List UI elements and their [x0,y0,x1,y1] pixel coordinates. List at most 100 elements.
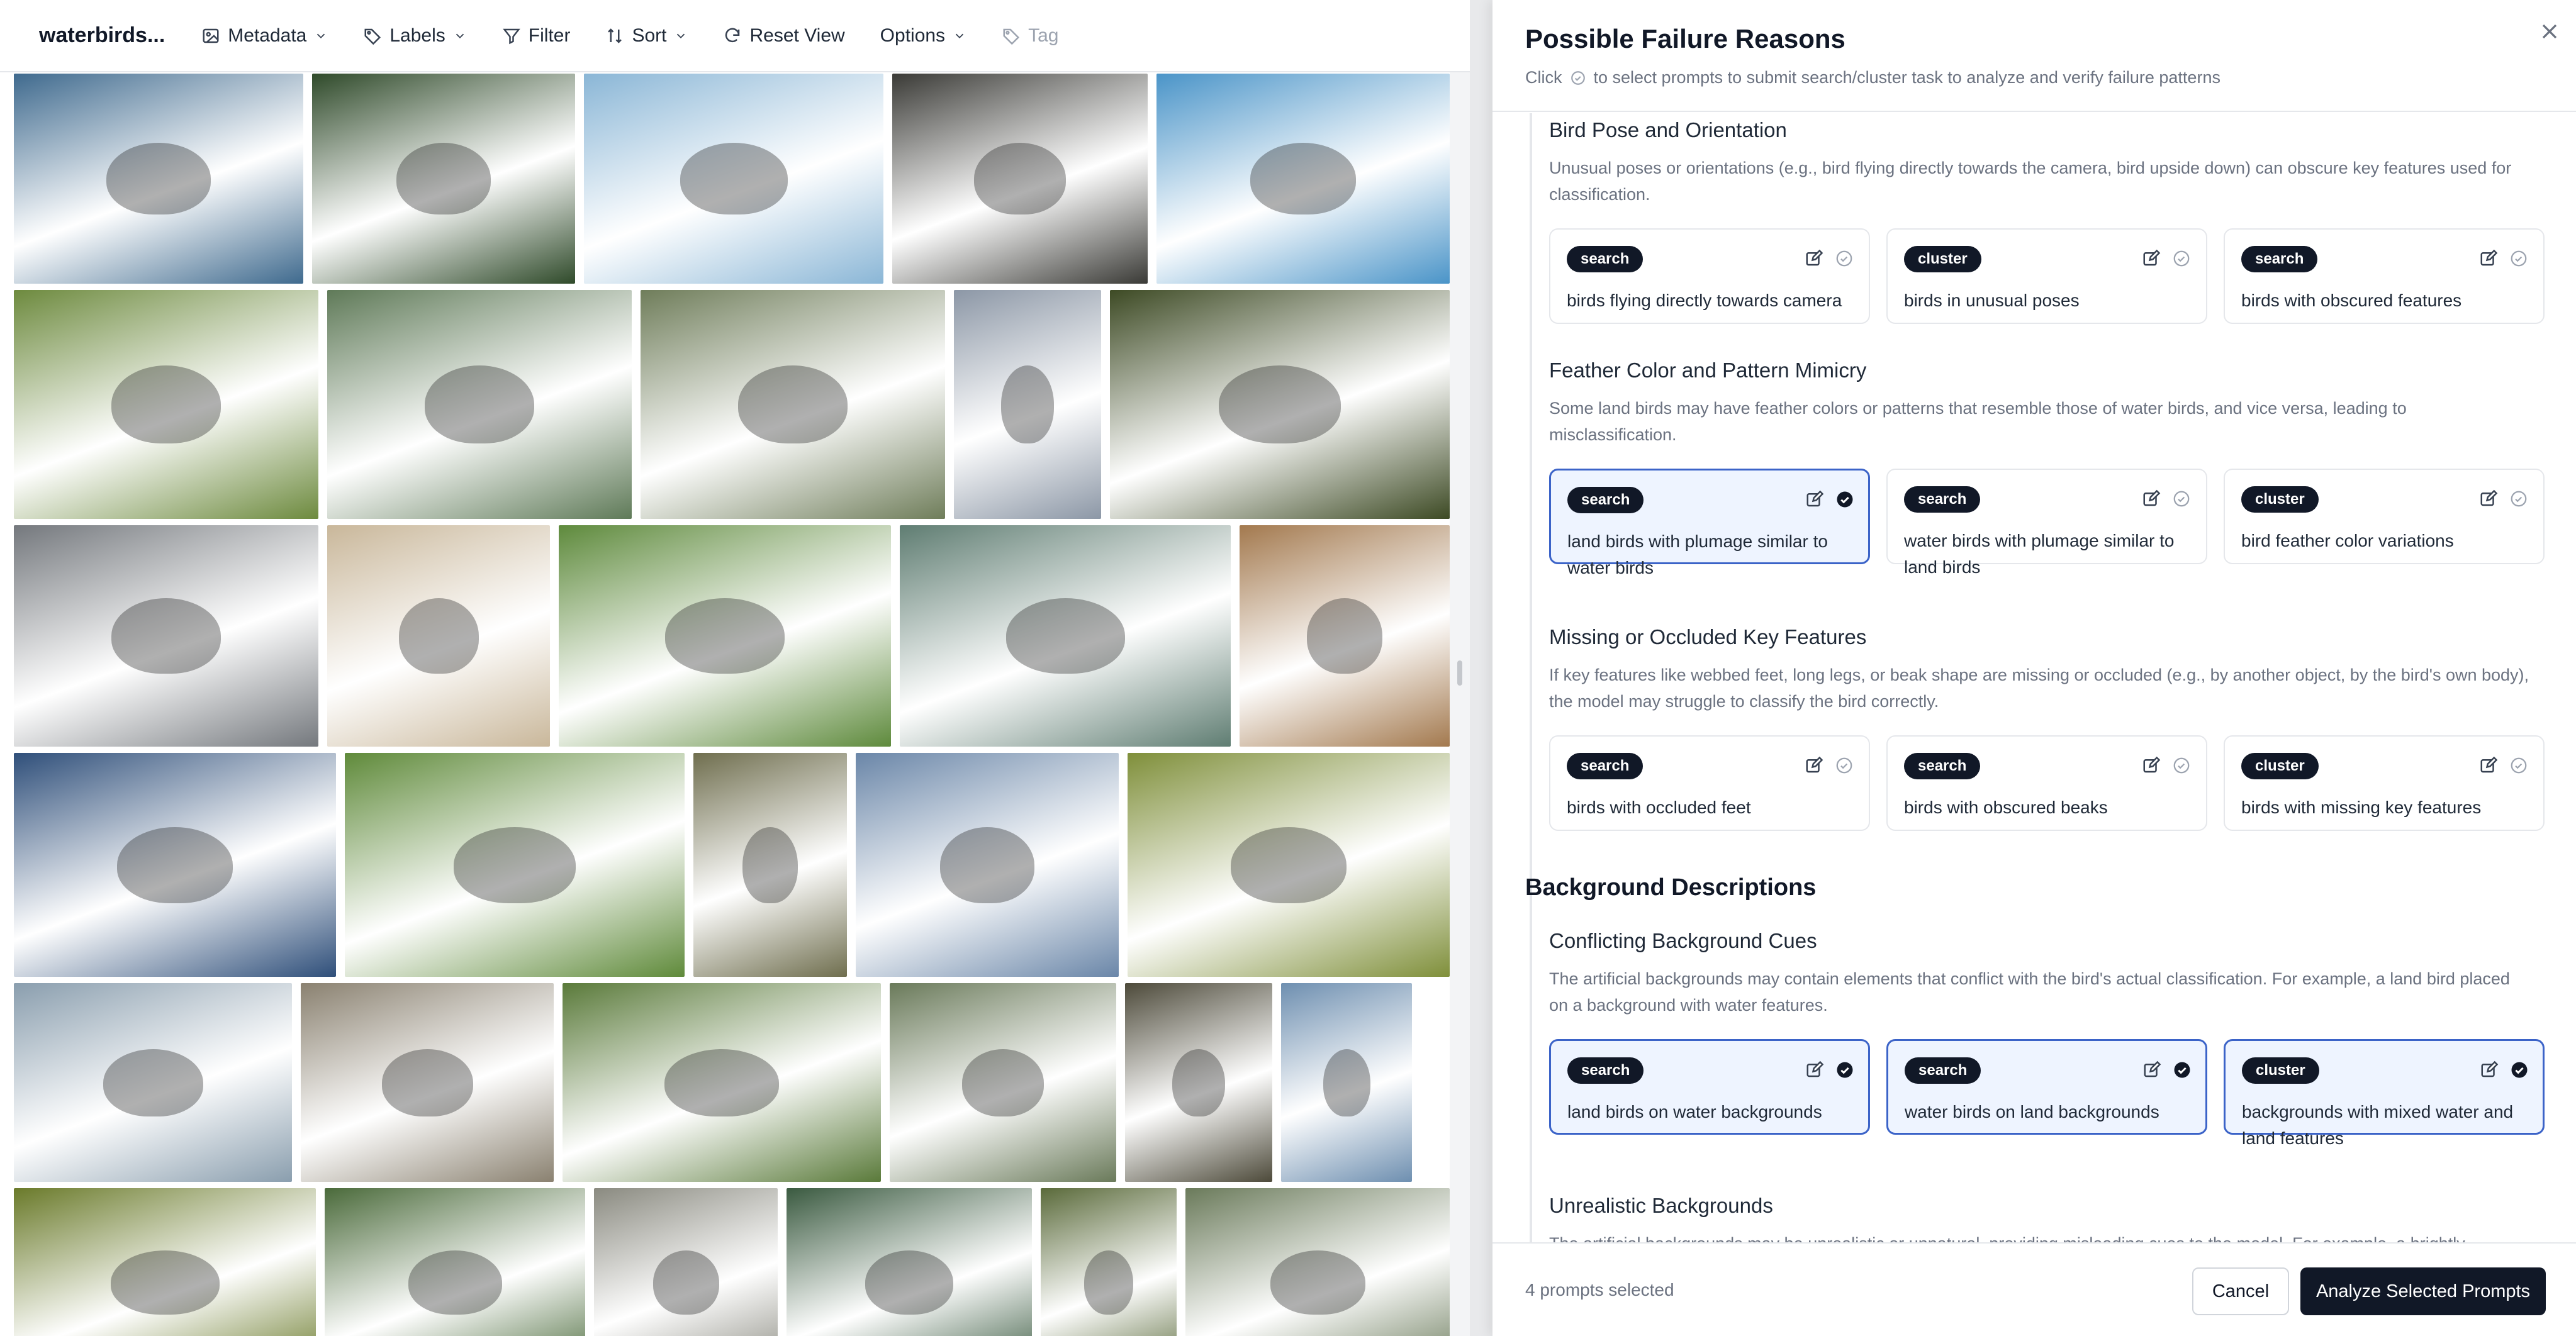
check-circle-filled-icon[interactable] [2510,1060,2529,1079]
bird-shape [962,1049,1044,1116]
bird-shape [664,1049,779,1116]
prompt-card[interactable]: search water birds on land backgrounds [1886,1039,2207,1135]
check-circle-filled-icon[interactable] [1835,1060,1854,1079]
panel-title: Possible Failure Reasons [1525,24,1845,53]
image-thumbnail[interactable] [14,74,303,284]
prompt-card[interactable]: search land birds on water backgrounds [1549,1039,1870,1135]
close-icon[interactable] [2537,19,2562,44]
prompt-type-badge: search [1567,753,1644,779]
image-thumbnail[interactable] [1185,1188,1450,1336]
edit-icon[interactable] [2479,489,2498,508]
reset-view-button[interactable]: Reset View [723,25,845,47]
image-thumbnail[interactable] [787,1188,1032,1336]
image-thumbnail[interactable] [584,74,883,284]
edit-icon[interactable] [2479,756,2498,775]
bird-shape [653,1250,719,1315]
chevron-down-icon [677,33,685,38]
prompt-card[interactable]: cluster birds in unusual poses [1886,228,2207,324]
edit-icon[interactable] [1805,1060,1824,1079]
image-thumbnail[interactable] [563,983,881,1182]
image-thumbnail[interactable] [641,290,945,519]
image-thumbnail[interactable] [312,74,575,284]
scrollbar-handle[interactable] [1457,660,1462,686]
image-thumbnail[interactable] [327,525,550,747]
edit-icon[interactable] [1805,490,1824,509]
bird-shape [382,1049,473,1116]
prompt-text: birds with obscured beaks [1904,798,2108,817]
image-thumbnail[interactable] [1041,1188,1177,1336]
prompt-card[interactable]: search land birds with plumage similar to… [1549,469,1870,577]
check-circle-icon[interactable] [1835,756,1854,775]
prompt-card[interactable]: search birds flying directly towards came… [1549,228,1870,324]
prompt-card[interactable]: search water birds with plumage similar t… [1886,469,2207,577]
image-thumbnail[interactable] [890,983,1116,1182]
image-thumbnail[interactable] [14,525,318,747]
image-thumbnail[interactable] [559,525,891,747]
prompt-text: birds with occluded feet [1567,798,1751,817]
image-thumbnail[interactable] [856,753,1119,977]
edit-icon[interactable] [1805,249,1823,268]
image-thumbnail[interactable] [900,525,1231,747]
edit-icon[interactable] [1805,756,1823,775]
bird-shape [111,365,221,443]
image-thumbnail[interactable] [14,983,292,1182]
edit-icon[interactable] [2142,249,2161,268]
gallery-scrollbar[interactable] [1450,72,1470,1336]
image-thumbnail[interactable] [594,1188,778,1336]
edit-icon[interactable] [2142,1060,2161,1079]
check-circle-icon[interactable] [2509,489,2528,508]
image-thumbnail[interactable] [1281,983,1412,1182]
image-thumbnail[interactable] [14,1188,316,1336]
image-thumbnail[interactable] [1156,74,1450,284]
metadata-menu[interactable]: Metadata [201,25,328,47]
check-circle-icon[interactable] [2172,489,2191,508]
section-title: Conflicting Background Cues [1549,929,1817,952]
image-thumbnail[interactable] [954,290,1101,519]
check-circle-icon[interactable] [2509,756,2528,775]
prompt-card[interactable]: search birds with obscured beaks [1886,735,2207,831]
edit-icon[interactable] [2142,489,2161,508]
image-thumbnail[interactable] [14,753,336,977]
filter-button[interactable]: Filter [502,25,571,47]
prompt-card[interactable]: search birds with occluded feet [1549,735,1870,831]
dataset-name[interactable]: waterbirds... [39,23,165,48]
tag-button[interactable]: Tag [1002,25,1058,47]
edit-icon[interactable] [2480,1060,2499,1079]
prompt-card[interactable]: cluster backgrounds with mixed water and … [2224,1039,2545,1148]
prompt-text: birds in unusual poses [1904,291,2080,310]
image-thumbnail[interactable] [693,753,847,977]
image-thumbnail[interactable] [301,983,554,1182]
check-circle-icon[interactable] [2172,756,2191,775]
labels-menu[interactable]: Labels [363,25,466,47]
bird-shape [425,365,534,443]
selected-count: 4 prompts selected [1525,1280,1674,1300]
image-thumbnail[interactable] [1128,753,1450,977]
cancel-button[interactable]: Cancel [2192,1267,2289,1315]
check-circle-filled-icon[interactable] [1835,490,1854,509]
prompt-card[interactable]: cluster bird feather color variations [2224,469,2545,564]
image-thumbnail[interactable] [14,290,318,519]
image-thumbnail[interactable] [1240,525,1450,747]
check-circle-icon[interactable] [2172,249,2191,268]
image-thumbnail[interactable] [892,74,1148,284]
options-menu[interactable]: Options [880,25,966,47]
check-circle-icon[interactable] [1835,249,1854,268]
prompt-card[interactable]: search birds with obscured features [2224,228,2545,324]
edit-icon[interactable] [2479,249,2498,268]
failure-reasons-panel: Possible Failure Reasons Click to select… [1492,0,2576,1336]
analyze-selected-prompts-button[interactable]: Analyze Selected Prompts [2300,1267,2546,1315]
image-thumbnail[interactable] [325,1188,585,1336]
filter-label: Filter [528,25,571,46]
bird-shape [1006,598,1125,674]
image-thumbnail[interactable] [1125,983,1272,1182]
check-circle-icon[interactable] [2509,249,2528,268]
prompt-card[interactable]: cluster birds with missing key features [2224,735,2545,831]
edit-icon[interactable] [2142,756,2161,775]
image-thumbnail[interactable] [1110,290,1450,519]
sort-menu[interactable]: Sort [605,25,688,47]
bird-shape [106,143,211,214]
check-circle-filled-icon[interactable] [2173,1060,2192,1079]
image-thumbnail[interactable] [327,290,632,519]
bird-shape [665,598,785,674]
image-thumbnail[interactable] [345,753,685,977]
